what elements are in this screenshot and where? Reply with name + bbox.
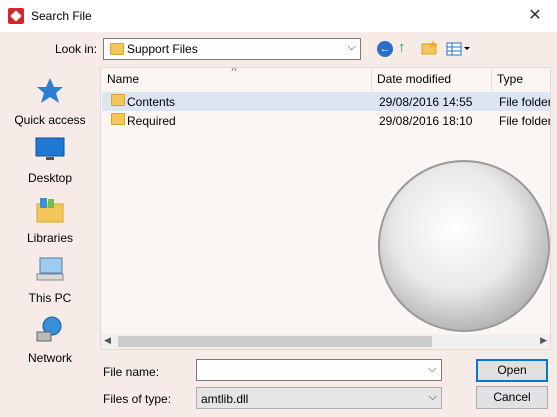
lookin-dropdown[interactable]: Support Files ⌵ bbox=[103, 38, 361, 60]
window-title: Search File bbox=[31, 9, 92, 23]
column-name[interactable]: Name bbox=[101, 68, 371, 90]
file-date: 29/08/2016 14:55 bbox=[379, 95, 473, 109]
filetype-label: Files of type: bbox=[103, 392, 172, 406]
app-icon bbox=[8, 8, 24, 24]
file-date: 29/08/2016 18:10 bbox=[379, 114, 473, 128]
title-bar: Search File ✕ bbox=[0, 0, 557, 32]
place-this-pc[interactable]: This PC bbox=[4, 256, 96, 305]
file-name: Required bbox=[127, 114, 176, 128]
filetype-value: amtlib.dll bbox=[201, 392, 249, 406]
file-list[interactable]: ˄ Name Date modified Type Contents 29/08… bbox=[100, 67, 551, 350]
cancel-button[interactable]: Cancel bbox=[476, 386, 548, 409]
new-folder-icon[interactable] bbox=[421, 40, 439, 58]
place-label: Libraries bbox=[26, 231, 74, 245]
scroll-thumb[interactable] bbox=[118, 336, 432, 347]
places-bar: Quick access Desktop Libraries This PC N… bbox=[4, 68, 96, 368]
place-label: Network bbox=[27, 351, 72, 365]
place-quick-access[interactable]: Quick access bbox=[4, 76, 96, 127]
chevron-down-icon[interactable]: ⌵ bbox=[348, 41, 356, 54]
place-label: Desktop bbox=[27, 171, 73, 185]
scroll-right-icon[interactable]: ▶ bbox=[540, 335, 547, 346]
column-date-modified[interactable]: Date modified bbox=[371, 68, 491, 90]
back-icon[interactable]: ← bbox=[377, 41, 393, 57]
place-libraries[interactable]: Libraries bbox=[4, 196, 96, 245]
column-type[interactable]: Type bbox=[491, 68, 550, 90]
place-desktop[interactable]: Desktop bbox=[4, 136, 96, 185]
close-button[interactable]: ✕ bbox=[513, 0, 557, 32]
folder-icon bbox=[111, 94, 125, 109]
horizontal-scrollbar[interactable]: ◀ ▶ bbox=[101, 334, 550, 349]
filename-input[interactable] bbox=[196, 359, 442, 381]
watermark-seal bbox=[378, 160, 550, 332]
chevron-down-icon[interactable]: ⌵ bbox=[429, 391, 437, 404]
place-label: This PC bbox=[28, 291, 72, 305]
list-item[interactable]: Required 29/08/2016 18:10 File folder bbox=[102, 111, 551, 130]
folder-icon bbox=[110, 43, 124, 58]
lookin-value: Support Files bbox=[127, 42, 198, 56]
star-icon bbox=[35, 78, 65, 109]
up-folder-icon[interactable]: ↑ bbox=[398, 39, 414, 57]
open-button[interactable]: Open bbox=[476, 359, 548, 382]
libraries-icon bbox=[34, 198, 66, 227]
folder-icon bbox=[111, 113, 125, 128]
file-name: Contents bbox=[127, 95, 176, 109]
filename-label: File name: bbox=[103, 365, 160, 379]
file-type: File folder bbox=[499, 95, 551, 109]
file-type: File folder bbox=[499, 114, 551, 128]
chevron-down-icon[interactable]: ⌵ bbox=[428, 363, 436, 376]
place-label: Quick access bbox=[14, 113, 86, 127]
computer-icon bbox=[34, 257, 66, 287]
list-item[interactable]: Contents 29/08/2016 14:55 File folder bbox=[102, 92, 551, 111]
network-icon bbox=[34, 316, 66, 347]
lookin-label: Look in: bbox=[55, 42, 98, 56]
desktop-icon bbox=[34, 137, 66, 167]
scroll-left-icon[interactable]: ◀ bbox=[104, 335, 111, 346]
view-menu-icon[interactable] bbox=[446, 41, 472, 59]
place-network[interactable]: Network bbox=[4, 316, 96, 365]
filetype-dropdown[interactable]: amtlib.dll ⌵ bbox=[196, 387, 442, 409]
